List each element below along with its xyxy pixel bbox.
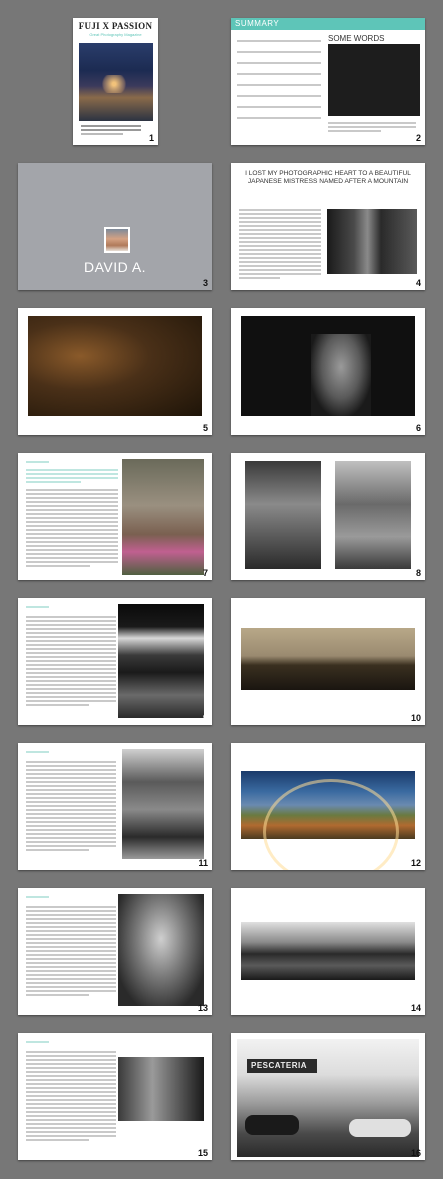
street-photo xyxy=(122,459,204,575)
page-number: 11 xyxy=(198,858,208,868)
bw-street-photo-right xyxy=(335,461,411,569)
page-number: 16 xyxy=(410,1148,421,1158)
bw-people-photo xyxy=(118,1057,204,1121)
page-number: 9 xyxy=(202,713,208,723)
page-number: 12 xyxy=(410,858,421,868)
page-number: 3 xyxy=(202,278,208,288)
page-thumbnail-7[interactable]: 7 xyxy=(18,453,212,580)
mountain-cloud-photo xyxy=(118,604,204,718)
page-text xyxy=(26,1041,116,1143)
page-thumbnail-10[interactable]: 10 xyxy=(231,598,425,725)
fish-shop-photo: PESCATERIA xyxy=(237,1039,419,1157)
page-thumbnail-8[interactable]: 8 xyxy=(231,453,425,580)
page-text xyxy=(26,606,116,708)
page-thumbnail-11[interactable]: 11 xyxy=(18,743,212,870)
page-thumbnail-1[interactable]: FUJI X PASSION Great Photography Magazin… xyxy=(73,18,158,145)
page-thumbnail-16[interactable]: PESCATERIA 16 xyxy=(231,1033,425,1160)
page-number: 4 xyxy=(415,278,421,288)
page-thumbnail-3[interactable]: DAVID A. 3 xyxy=(18,163,212,290)
page-thumbnail-5[interactable]: 5 xyxy=(18,308,212,435)
page-thumbnail-12[interactable]: 12 xyxy=(231,743,425,870)
summary-list xyxy=(237,40,321,121)
page-thumbnail-9[interactable]: 9 xyxy=(18,598,212,725)
bw-portrait-photo xyxy=(118,894,204,1006)
page-number: 14 xyxy=(410,1003,421,1013)
page-thumbnail-2[interactable]: SUMMARY SOME WORDS 2 xyxy=(231,18,425,145)
page-thumbnail-14[interactable]: 14 xyxy=(231,888,425,1015)
page-number: 5 xyxy=(202,423,208,433)
cover-lines xyxy=(81,125,141,137)
masthead: FUJI X PASSION xyxy=(78,21,153,31)
some-words-title: SOME WORDS xyxy=(328,34,385,43)
mountain-silhouette-photo xyxy=(241,628,415,690)
author-avatar xyxy=(104,227,130,253)
city-street-photo xyxy=(122,749,204,859)
page-number: 6 xyxy=(415,423,421,433)
page-thumbnail-4[interactable]: I LOST MY PHOTOGRAPHIC HEART TO A BEAUTI… xyxy=(231,163,425,290)
editorial-footer xyxy=(328,122,416,134)
page-thumbnail-15[interactable]: 15 xyxy=(18,1033,212,1160)
editorial-block xyxy=(328,44,420,116)
shop-sign: PESCATERIA xyxy=(251,1061,307,1070)
page-number: 13 xyxy=(197,1003,208,1013)
summary-title: SUMMARY xyxy=(235,19,280,28)
cat-photo xyxy=(241,316,415,416)
bw-landscape-photo xyxy=(241,922,415,980)
ruins-photo xyxy=(28,316,202,416)
page-number: 1 xyxy=(148,133,154,143)
bw-street-photo-left xyxy=(245,461,321,569)
page-text xyxy=(26,751,116,853)
page-number: 15 xyxy=(197,1148,208,1158)
page-number: 8 xyxy=(415,568,421,578)
article-text xyxy=(239,209,321,281)
page-text xyxy=(26,461,118,569)
page-text xyxy=(26,896,116,998)
page-number: 10 xyxy=(410,713,421,723)
page-number: 2 xyxy=(415,133,421,143)
waterfall-photo xyxy=(327,209,417,274)
article-headline: I LOST MY PHOTOGRAPHIC HEART TO A BEAUTI… xyxy=(245,170,411,185)
page-number: 7 xyxy=(202,568,208,578)
rainbow-landscape-photo xyxy=(241,771,415,870)
author-name: DAVID A. xyxy=(83,259,147,275)
tagline: Great Photography Magazine xyxy=(89,32,142,37)
page-thumbnail-6[interactable]: 6 xyxy=(231,308,425,435)
cover-photo xyxy=(79,43,153,121)
page-thumbnail-13[interactable]: 13 xyxy=(18,888,212,1015)
